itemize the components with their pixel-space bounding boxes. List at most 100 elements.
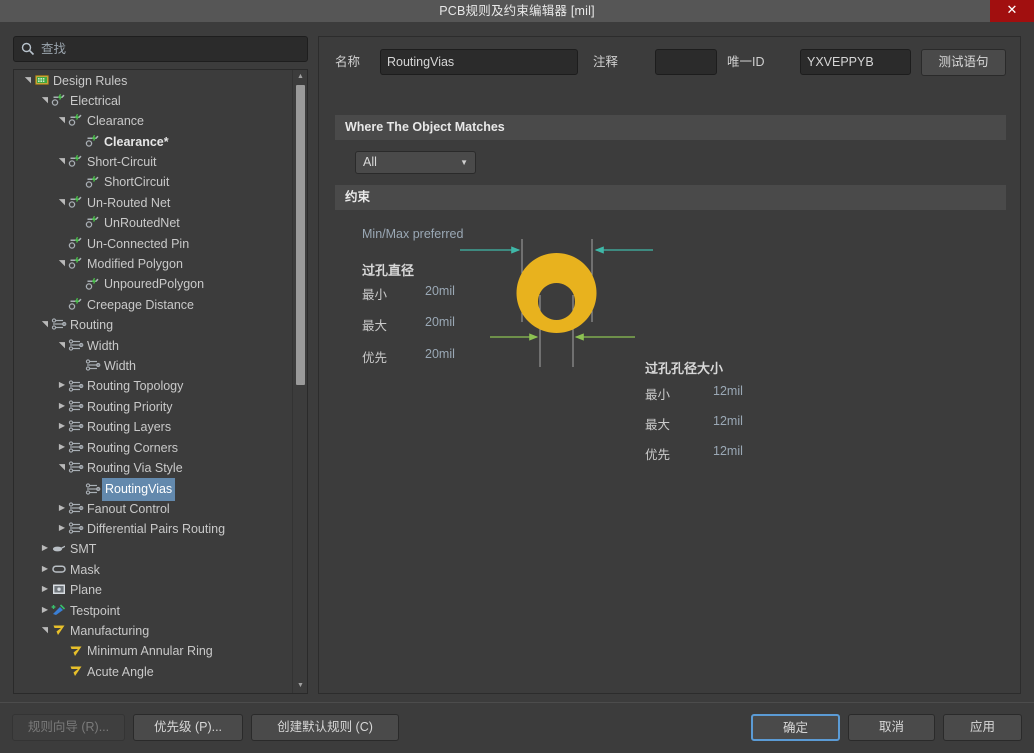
tree-item-routing-via-style[interactable]: ◢ Routing Via Style (14, 457, 293, 477)
tree-item-routing-topology[interactable]: ▶ Routing Topology (14, 376, 293, 396)
tree-expander-none (56, 294, 68, 314)
rule-wizard-button[interactable]: 规则向导 (R)... (12, 714, 125, 741)
tree-item-width[interactable]: Width (14, 355, 293, 375)
tree-expander-closed-icon[interactable]: ▶ (56, 518, 68, 538)
tree-expander-closed-icon[interactable]: ▶ (56, 375, 68, 395)
tree-item-clearance[interactable]: ◢ Clearance (14, 111, 293, 131)
ok-button[interactable]: 确定 (751, 714, 840, 741)
electrical-icon (85, 215, 101, 229)
tree-item-routing-priority[interactable]: ▶ Routing Priority (14, 396, 293, 416)
tree-item-acute-angle[interactable]: Acute Angle (14, 661, 293, 681)
cancel-button[interactable]: 取消 (848, 714, 935, 741)
tree-item-label: Fanout Control (87, 501, 170, 516)
electrical-icon (85, 134, 101, 148)
electrical-icon (68, 113, 84, 127)
tree-vertical-scrollbar[interactable]: ▲ ▼ (292, 70, 307, 693)
routing-icon (68, 521, 84, 535)
tree-item-smt[interactable]: ▶ SMT (14, 539, 293, 559)
tree-expander-closed-icon[interactable]: ▶ (56, 416, 68, 436)
via-cross-section-diagram (460, 239, 653, 367)
tree-expander-none (73, 273, 85, 293)
tree-item-routing-layers[interactable]: ▶ Routing Layers (14, 417, 293, 437)
name-label: 名称 (335, 55, 361, 69)
scrollbar-thumb[interactable] (296, 85, 305, 385)
tree-item-routing-corners[interactable]: ▶ Routing Corners (14, 437, 293, 457)
tree-expander-closed-icon[interactable]: ▶ (56, 498, 68, 518)
mask-icon (51, 562, 67, 576)
tree-item-mask[interactable]: ▶ Mask (14, 559, 293, 579)
unique-id-label: 唯一ID (727, 55, 765, 69)
tree-item-short-circuit[interactable]: ◢ Short-Circuit (14, 152, 293, 172)
tree-item-label: Minimum Annular Ring (87, 644, 213, 659)
tree-expander-closed-icon[interactable]: ▶ (56, 437, 68, 457)
routing-icon (68, 379, 84, 393)
tree-expander-closed-icon[interactable]: ▶ (39, 600, 51, 620)
tree-item-testpoint[interactable]: ▶ Testpoint (14, 600, 293, 620)
electrical-icon (68, 256, 84, 270)
tree-item-routing[interactable]: ◢ Routing (14, 315, 293, 335)
constraint-header: 约束 (335, 185, 1006, 210)
smt-icon (51, 542, 67, 556)
name-field[interactable]: RoutingVias (380, 49, 578, 75)
routing-icon (68, 440, 84, 454)
scroll-up-icon[interactable]: ▲ (293, 70, 307, 84)
tree-item-creepage-distance[interactable]: Creepage Distance (14, 294, 293, 314)
tree-expander-none (73, 131, 85, 151)
scope-select[interactable]: All ▼ (355, 151, 476, 174)
tree-expander-closed-icon[interactable]: ▶ (56, 396, 68, 416)
rule-editor-panel: 名称 RoutingVias 注释 唯一ID YXVEPPYB 测试语句 Whe… (318, 36, 1021, 694)
tree-item-clearance[interactable]: Clearance* (14, 131, 293, 151)
tree-item-plane[interactable]: ▶ Plane (14, 580, 293, 600)
apply-button[interactable]: 应用 (943, 714, 1022, 741)
tree-expander-none (56, 640, 68, 660)
tree-item-routingvias[interactable]: RoutingVias (14, 477, 293, 502)
search-icon (21, 42, 35, 56)
test-statement-button[interactable]: 测试语句 (921, 49, 1006, 76)
tree-expander-none (73, 171, 85, 191)
scroll-down-icon[interactable]: ▼ (293, 679, 307, 693)
tree-item-label: Un-Routed Net (87, 195, 171, 210)
tree-expander-none (73, 212, 85, 232)
tree-item-width[interactable]: ◢ Width (14, 335, 293, 355)
tree-item-label: Routing Via Style (87, 460, 183, 475)
tree-item-un-connected-pin[interactable]: Un-Connected Pin (14, 233, 293, 253)
unique-id-field[interactable]: YXVEPPYB (800, 49, 911, 75)
via-hole-preferred-value[interactable]: 12mil (713, 444, 743, 458)
tree-expander-none (56, 661, 68, 681)
tree-item-un-routed-net[interactable]: ◢ Un-Routed Net (14, 192, 293, 212)
tree-expander-closed-icon[interactable]: ▶ (39, 579, 51, 599)
tree-item-label: SMT (70, 542, 97, 557)
tree-item-label: Acute Angle (87, 664, 154, 679)
priority-button[interactable]: 优先级 (P)... (133, 714, 243, 741)
tree-item-design-rules[interactable]: ◢ Design Rules (14, 70, 293, 90)
close-icon[interactable]: ✕ (990, 0, 1034, 22)
tree-item-label: Clearance* (104, 134, 169, 149)
tree-item-electrical[interactable]: ◢ Electrical (14, 90, 293, 110)
tree-item-unroutednet[interactable]: UnRoutedNet (14, 213, 293, 233)
electrical-icon (85, 175, 101, 189)
tree-item-modified-polygon[interactable]: ◢ Modified Polygon (14, 254, 293, 274)
tree-expander-closed-icon[interactable]: ▶ (39, 538, 51, 558)
manufacturing-icon (68, 644, 84, 658)
tree-expander-closed-icon[interactable]: ▶ (39, 559, 51, 579)
rules-tree[interactable]: ◢ Design Rules ◢ Electrical ◢ Clearance Clear… (13, 69, 308, 694)
create-default-rules-button[interactable]: 创建默认规则 (C) (251, 714, 399, 741)
dialog-content: 查找 ◢ Design Rules ◢ Electrical ◢ Clearance Cl… (0, 22, 1034, 702)
tree-item-fanout-control[interactable]: ▶ Fanout Control (14, 498, 293, 518)
tree-item-label: UnRoutedNet (104, 216, 180, 231)
tree-item-label: Design Rules (53, 73, 128, 88)
manufacturing-icon (68, 664, 84, 678)
routing-icon (68, 501, 84, 515)
tree-item-label: Width (87, 338, 119, 353)
tree-item-shortcircuit[interactable]: ShortCircuit (14, 172, 293, 192)
electrical-icon (68, 297, 84, 311)
comment-field[interactable] (655, 49, 717, 75)
search-input[interactable]: 查找 (13, 36, 308, 62)
tree-item-differential-pairs-routing[interactable]: ▶ Differential Pairs Routing (14, 519, 293, 539)
tree-item-manufacturing[interactable]: ◢ Manufacturing (14, 621, 293, 641)
tree-item-label: Modified Polygon (87, 257, 183, 272)
tree-item-unpouredpolygon[interactable]: UnpouredPolygon (14, 274, 293, 294)
tree-item-label: Routing Layers (87, 420, 172, 435)
tree-item-minimum-annular-ring[interactable]: Minimum Annular Ring (14, 641, 293, 661)
tree-item-label: Routing Priority (87, 399, 173, 414)
